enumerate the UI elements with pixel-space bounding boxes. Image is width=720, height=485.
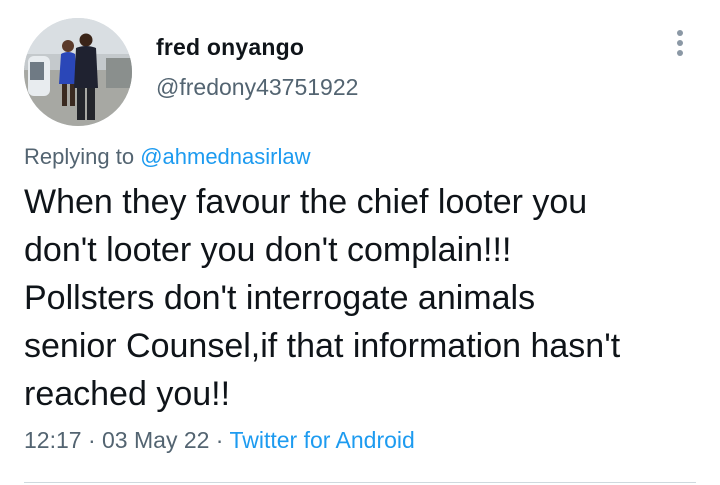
mention-link[interactable]: @ahmednasirlaw <box>140 144 310 169</box>
divider <box>24 482 696 483</box>
author-handle[interactable]: @fredony43751922 <box>156 74 358 101</box>
tweet-source-link[interactable]: Twitter for Android <box>229 427 414 453</box>
meta-separator: · <box>209 427 230 453</box>
author-display-name[interactable]: fred onyango <box>156 34 304 61</box>
tweet-time[interactable]: 12:17 <box>24 427 82 453</box>
profile-photo <box>24 18 132 126</box>
tweet-detail: fred onyango @fredony43751922 Replying t… <box>0 0 720 485</box>
avatar[interactable] <box>24 18 132 126</box>
tweet-meta: 12:17 · 03 May 22 · Twitter for Android <box>24 427 415 454</box>
replying-to: Replying to @ahmednasirlaw <box>24 144 310 170</box>
replying-to-label: Replying to <box>24 144 141 169</box>
meta-separator: · <box>81 427 103 453</box>
tweet-text: When they favour the chief looter you do… <box>24 183 621 413</box>
more-vertical-icon[interactable] <box>668 30 692 64</box>
tweet-date[interactable]: 03 May 22 <box>102 427 209 453</box>
